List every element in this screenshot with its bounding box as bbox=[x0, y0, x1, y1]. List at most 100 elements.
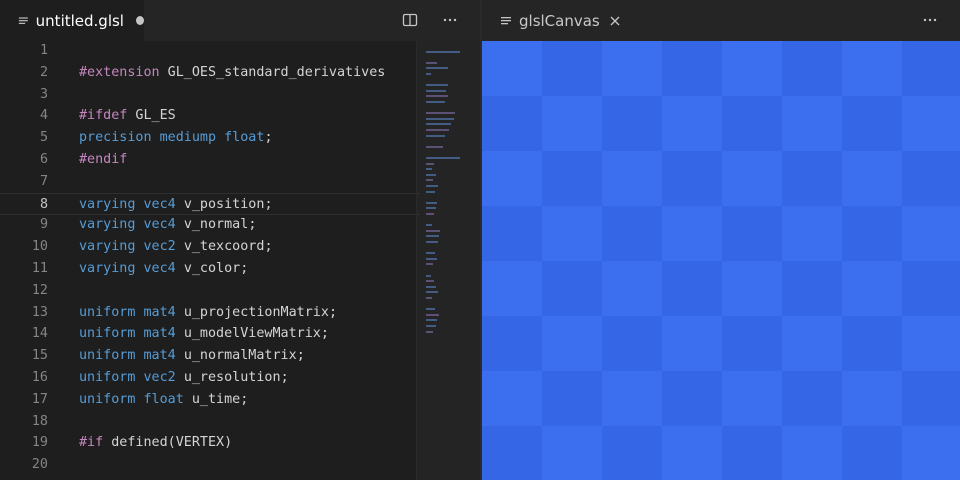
checker-cell bbox=[842, 426, 902, 480]
line-number: 2 bbox=[39, 64, 48, 80]
code-text: varying vec2 v_texcoord; bbox=[79, 239, 273, 255]
more-actions-button[interactable] bbox=[440, 10, 460, 30]
checker-cell bbox=[722, 426, 782, 480]
code-line[interactable]: 1 bbox=[0, 41, 420, 62]
code-text: #ifdef GL_ES bbox=[79, 108, 176, 124]
minimap-line bbox=[426, 291, 438, 294]
minimap-line bbox=[426, 285, 436, 288]
checker-cell bbox=[662, 41, 722, 96]
file-lines-icon bbox=[18, 16, 28, 24]
checker-cell bbox=[782, 41, 842, 96]
minimap-line bbox=[426, 95, 448, 98]
code-line[interactable]: 13 uniform mat4 u_projectionMatrix; bbox=[0, 302, 420, 324]
checker-cell bbox=[902, 41, 960, 96]
checker-cell bbox=[542, 371, 602, 426]
line-number: 5 bbox=[39, 130, 48, 146]
line-number: 20 bbox=[31, 457, 48, 473]
line-number: 4 bbox=[39, 108, 48, 124]
code-line[interactable]: 12 bbox=[0, 280, 420, 302]
code-line[interactable]: 17 uniform float u_time; bbox=[0, 389, 420, 411]
code-text: #endif bbox=[79, 152, 128, 167]
line-number: 16 bbox=[31, 370, 48, 385]
tab-glslcanvas[interactable]: glslCanvas bbox=[482, 0, 622, 41]
line-number: 21 bbox=[0, 476, 48, 480]
checker-cell bbox=[782, 151, 842, 206]
minimap-line bbox=[426, 229, 440, 232]
checker-cell bbox=[662, 151, 722, 206]
line-number: 13 bbox=[31, 304, 48, 320]
checker-cell bbox=[902, 261, 960, 316]
tab-untitled-glsl[interactable]: untitled.glsl bbox=[0, 0, 144, 41]
minimap[interactable] bbox=[416, 41, 480, 480]
minimap-line bbox=[426, 190, 435, 193]
code-editor[interactable]: 1 2 #extension GL_OES_standard_derivatives… bbox=[0, 41, 420, 480]
code-text: uniform mat4 u_modelViewMatrix; bbox=[79, 326, 329, 342]
code-text: uniform float u_time; bbox=[79, 391, 249, 407]
code-line[interactable]: 7 bbox=[0, 171, 420, 193]
code-line[interactable]: 9 varying vec4 v_normal; bbox=[0, 214, 420, 236]
code-line[interactable]: 5 precision mediump float; bbox=[0, 127, 420, 149]
minimap-line bbox=[426, 201, 437, 204]
shader-canvas[interactable] bbox=[482, 41, 960, 480]
checker-cell bbox=[542, 151, 602, 206]
line-number: 6 bbox=[39, 152, 48, 167]
code-line[interactable]: 14 uniform mat4 u_modelViewMatrix; bbox=[0, 323, 420, 345]
minimap-line bbox=[426, 61, 437, 64]
checker-cell bbox=[842, 96, 902, 151]
minimap-line bbox=[426, 67, 448, 70]
code-line[interactable]: 6 #endif bbox=[0, 149, 420, 171]
code-line[interactable]: 21 // attribute vec4 a_position; // a_fol bbox=[0, 476, 420, 480]
line-number: 15 bbox=[31, 348, 48, 364]
code-line[interactable]: 10 varying vec2 v_texcoord; bbox=[0, 236, 420, 258]
checker-cell bbox=[782, 261, 842, 316]
unsaved-indicator-icon[interactable] bbox=[135, 16, 144, 25]
checker-cell bbox=[542, 261, 602, 316]
checker-cell bbox=[662, 371, 722, 426]
preview-tab-bar: glslCanvas bbox=[482, 0, 960, 41]
code-line[interactable]: 4 #ifdef GL_ES bbox=[0, 105, 420, 127]
more-actions-icon bbox=[443, 18, 457, 22]
minimap-line bbox=[426, 257, 437, 260]
code-line[interactable]: 15 uniform mat4 u_normalMatrix; bbox=[0, 345, 420, 367]
close-icon[interactable] bbox=[609, 15, 621, 27]
minimap-slider[interactable] bbox=[416, 41, 480, 480]
minimap-line bbox=[426, 325, 436, 327]
code-line[interactable]: 18 bbox=[0, 411, 420, 433]
code-text: #extension GL_OES_standard_derivatives bbox=[79, 64, 386, 80]
minimap-line bbox=[426, 207, 436, 210]
code-text: precision mediump float; bbox=[79, 130, 273, 146]
checker-cell bbox=[842, 316, 902, 371]
minimap-line bbox=[426, 252, 435, 255]
checker-cell bbox=[602, 206, 662, 261]
minimap-line bbox=[426, 179, 433, 182]
line-number: 7 bbox=[39, 173, 48, 189]
code-line[interactable]: 11 varying vec4 v_color; bbox=[0, 258, 420, 280]
minimap-line bbox=[426, 330, 433, 333]
more-actions-button[interactable] bbox=[920, 10, 940, 30]
minimap-line bbox=[426, 162, 434, 165]
code-line[interactable]: 2 #extension GL_OES_standard_derivatives bbox=[0, 62, 420, 84]
split-editor-button[interactable] bbox=[400, 10, 420, 30]
code-text: uniform mat4 u_projectionMatrix; bbox=[79, 304, 337, 320]
code-text: uniform vec2 u_resolution; bbox=[79, 370, 289, 385]
minimap-line bbox=[426, 224, 432, 227]
code-line[interactable]: 3 bbox=[0, 84, 420, 106]
line-number: 11 bbox=[31, 261, 48, 276]
minimap-line bbox=[426, 112, 455, 115]
checker-cell bbox=[482, 426, 542, 480]
code-text: #if defined(VERTEX) bbox=[79, 435, 233, 451]
code-line[interactable]: 16 uniform vec2 u_resolution; bbox=[0, 367, 420, 389]
editor-pane: untitled.glsl 1 2 #extension GL_OES_standa… bbox=[0, 0, 480, 480]
code-line[interactable]: 8 varying vec4 v_position; bbox=[0, 192, 420, 215]
minimap-line bbox=[426, 319, 437, 322]
line-number: 1 bbox=[39, 43, 48, 58]
checker-cell bbox=[722, 316, 782, 371]
checker-cell bbox=[482, 206, 542, 261]
line-number: 18 bbox=[31, 413, 48, 429]
code-line[interactable]: 20 bbox=[0, 454, 420, 476]
minimap-line bbox=[426, 101, 445, 103]
code-line[interactable]: 19 #if defined(VERTEX) bbox=[0, 432, 420, 454]
code-text: varying vec4 v_normal; bbox=[79, 217, 257, 233]
minimap-line bbox=[426, 129, 449, 131]
checker-cell bbox=[482, 96, 542, 151]
